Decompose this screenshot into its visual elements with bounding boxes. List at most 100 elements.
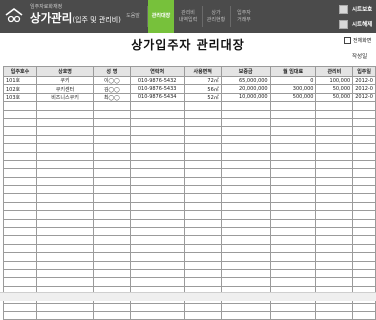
table-cell[interactable] [352,243,376,254]
table-cell[interactable] [129,302,185,312]
table-cell[interactable] [129,168,185,178]
table-cell[interactable] [36,243,94,254]
table-cell[interactable] [36,302,94,312]
table-cell[interactable]: 56㎡ [183,84,222,94]
table-cell[interactable] [2,109,38,119]
table-cell[interactable]: 52㎡ [183,92,222,103]
table-cell[interactable] [269,185,317,195]
table-cell[interactable] [220,151,271,161]
table-row[interactable] [2,218,376,229]
sheet-protect-button[interactable]: 시트보호 [338,3,376,15]
table-cell[interactable]: 72㎡ [183,75,222,86]
table-cell[interactable] [93,210,131,220]
table-cell[interactable] [129,260,185,271]
table-cell[interactable] [93,218,131,229]
table-cell[interactable] [183,201,222,212]
table-cell[interactable] [129,235,185,245]
table-cell[interactable] [183,235,222,245]
table-cell[interactable] [269,227,317,237]
table-cell[interactable] [2,101,38,111]
table-cell[interactable] [315,268,354,279]
table-cell[interactable] [315,117,354,128]
table-cell[interactable] [129,176,185,187]
table-cell[interactable] [2,193,38,203]
table-cell[interactable] [2,302,38,312]
table-cell[interactable] [36,201,94,212]
table-cell[interactable] [129,117,185,128]
tab-help[interactable]: 도움말 [119,0,147,33]
table-cell[interactable] [220,235,271,245]
table-cell[interactable] [352,168,376,178]
table-cell[interactable]: 이◯◯ [93,75,131,86]
table-cell[interactable] [2,168,38,178]
table-cell[interactable] [352,143,376,153]
table-cell[interactable] [269,218,317,229]
table-row[interactable] [2,168,376,178]
table-cell[interactable] [36,185,94,195]
table-cell[interactable] [93,227,131,237]
table-cell[interactable] [129,268,185,279]
table-cell[interactable] [183,260,222,271]
table-cell[interactable] [352,201,376,212]
table-cell[interactable]: 50,000 [315,84,354,94]
table-cell[interactable] [2,210,38,220]
table-cell[interactable] [129,277,185,287]
table-cell[interactable] [183,159,222,170]
table-cell[interactable] [36,151,94,161]
table-cell[interactable] [352,117,376,128]
table-cell[interactable] [220,143,271,153]
table-cell[interactable] [183,101,222,111]
table-cell[interactable] [352,260,376,271]
table-cell[interactable] [129,185,185,195]
table-row[interactable] [2,268,376,279]
table-cell[interactable] [220,126,271,136]
table-cell[interactable] [220,243,271,254]
table-cell[interactable] [93,252,131,262]
table-cell[interactable] [36,126,94,136]
table-cell[interactable] [315,302,354,312]
table-cell[interactable] [315,101,354,111]
table-cell[interactable] [183,227,222,237]
table-cell[interactable] [183,218,222,229]
table-cell[interactable] [2,277,38,287]
table-cell[interactable] [315,235,354,245]
table-cell[interactable] [129,227,185,237]
table-cell[interactable] [129,201,185,212]
table-cell[interactable] [2,126,38,136]
table-cell[interactable] [220,310,271,320]
tab-tenant-ledger[interactable]: 입주자 거래부 [231,0,257,33]
table-row[interactable] [2,260,376,271]
table-cell[interactable] [93,159,131,170]
table-cell[interactable] [315,310,354,320]
table-cell[interactable] [315,109,354,119]
table-row[interactable] [2,126,376,136]
table-cell[interactable]: 0 [269,75,317,86]
table-cell[interactable] [220,302,271,312]
table-cell[interactable] [352,101,376,111]
table-row[interactable] [2,109,376,119]
table-cell[interactable] [129,218,185,229]
table-cell[interactable] [183,268,222,279]
table-cell[interactable] [93,235,131,245]
table-cell[interactable] [220,227,271,237]
table-cell[interactable] [183,126,222,136]
table-cell[interactable] [315,193,354,203]
table-cell[interactable] [220,277,271,287]
table-cell[interactable] [352,218,376,229]
table-cell[interactable] [36,227,94,237]
table-cell[interactable] [315,168,354,178]
table-row[interactable] [2,201,376,212]
table-cell[interactable] [315,159,354,170]
table-cell[interactable] [352,185,376,195]
table-cell[interactable] [36,193,94,203]
table-cell[interactable] [315,176,354,187]
table-cell[interactable] [129,101,185,111]
table-cell[interactable] [269,159,317,170]
table-cell[interactable]: 20,000,000 [220,84,271,94]
table-cell[interactable] [220,252,271,262]
table-cell[interactable] [129,210,185,220]
table-cell[interactable] [2,310,38,320]
table-cell[interactable] [269,268,317,279]
table-cell[interactable] [93,201,131,212]
table-cell[interactable] [269,302,317,312]
